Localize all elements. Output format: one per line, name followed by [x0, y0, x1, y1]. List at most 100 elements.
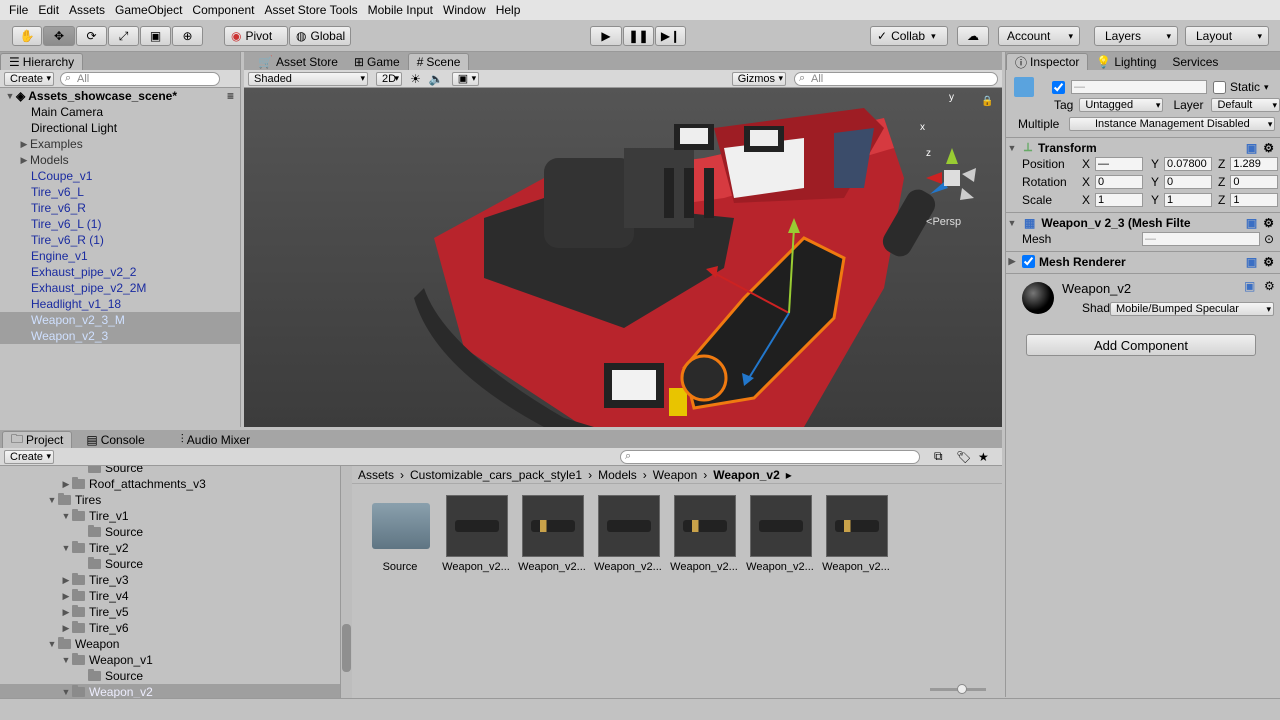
shader-dropdown[interactable]: Mobile/Bumped Specular: [1110, 302, 1274, 316]
list-item[interactable]: Exhaust_pipe_v2_2M: [0, 280, 240, 296]
tab-project[interactable]: 🗀 Project: [2, 431, 73, 448]
expand-triangle-icon[interactable]: ▶: [60, 607, 72, 618]
chevron-down-icon[interactable]: ▾: [1264, 82, 1269, 93]
menu-component[interactable]: Component: [187, 3, 259, 17]
scene-header[interactable]: ▼ ◈ Assets_showcase_scene* ≡: [0, 88, 240, 104]
filter-label-icon[interactable]: 🏷: [956, 450, 971, 464]
list-item[interactable]: ▶ Models: [0, 152, 240, 168]
tree-item[interactable]: ▶ Tire_v3: [0, 572, 340, 588]
play-button[interactable]: ▶: [590, 26, 622, 46]
hierarchy-search-input[interactable]: All: [60, 71, 221, 86]
tag-dropdown[interactable]: Untagged: [1079, 98, 1164, 112]
menu-asset-store-tools[interactable]: Asset Store Tools: [259, 3, 362, 17]
filter-type-icon[interactable]: ⧉: [934, 449, 943, 464]
layer-dropdown[interactable]: Default: [1211, 98, 1280, 112]
asset-thumbnail[interactable]: [826, 495, 888, 557]
breadcrumb-item[interactable]: Models: [598, 468, 637, 482]
help-book-icon[interactable]: ▣: [1244, 279, 1255, 293]
tree-scrollbar-thumb[interactable]: [342, 624, 351, 672]
audio-toggle-icon[interactable]: 🔈: [429, 72, 444, 86]
move-tool-button[interactable]: ✥: [43, 26, 75, 46]
project-search-input[interactable]: [620, 449, 920, 464]
gear-icon[interactable]: ⚙: [1263, 141, 1274, 155]
rotation-y-field[interactable]: 0: [1164, 175, 1213, 189]
expand-triangle-icon[interactable]: ▼: [46, 639, 58, 649]
asset-thumbnail[interactable]: [750, 495, 812, 557]
rotate-tool-button[interactable]: ⟳: [76, 26, 107, 46]
expand-triangle-icon[interactable]: ▶: [18, 139, 30, 150]
help-book-icon[interactable]: ▣: [1246, 255, 1257, 269]
collab-dropdown[interactable]: ✓ Collab ▾: [870, 26, 948, 46]
expand-triangle-icon[interactable]: ▶: [60, 479, 72, 490]
rotation-z-field[interactable]: 0: [1230, 175, 1279, 189]
transform-header[interactable]: ▼ ⟂ Transform ▣ ⚙: [1006, 137, 1280, 157]
transform-tool-button[interactable]: ⊕: [172, 26, 203, 46]
account-dropdown[interactable]: Account ▾: [998, 26, 1080, 46]
asset-thumbnail[interactable]: [674, 495, 736, 557]
scale-tool-button[interactable]: ⤢: [108, 26, 139, 46]
list-item[interactable]: Tire_v6_L: [0, 184, 240, 200]
scale-x-field[interactable]: 1: [1095, 193, 1144, 207]
mesh-renderer-header[interactable]: ▶ Mesh Renderer ▣ ⚙: [1006, 251, 1280, 271]
pivot-toggle[interactable]: ◉ Pivot: [224, 26, 288, 46]
global-toggle[interactable]: ◍ Global: [289, 26, 351, 46]
help-book-icon[interactable]: ▣: [1246, 141, 1257, 155]
mesh-filter-header[interactable]: ▼ ▦ Weapon_v 2_3 (Mesh Filte ▣ ⚙: [1006, 212, 1280, 232]
static-checkbox[interactable]: [1213, 80, 1226, 94]
zoom-slider-thumb[interactable]: [957, 684, 967, 694]
expand-triangle-icon[interactable]: ▶: [1006, 256, 1018, 267]
expand-triangle-icon[interactable]: ▶: [18, 155, 30, 166]
gizmos-dropdown[interactable]: Gizmos: [731, 71, 786, 86]
list-item[interactable]: Headlight_v1_18: [0, 296, 240, 312]
active-checkbox[interactable]: [1052, 80, 1065, 94]
menu-help[interactable]: Help: [491, 3, 526, 17]
mesh-field[interactable]: —: [1142, 232, 1260, 246]
cloud-button[interactable]: ☁: [957, 26, 989, 46]
scale-y-field[interactable]: 1: [1164, 193, 1213, 207]
list-item[interactable]: LCoupe_v1: [0, 168, 240, 184]
list-item[interactable]: Exhaust_pipe_v2_2: [0, 264, 240, 280]
expand-triangle-icon[interactable]: ▼: [60, 655, 72, 665]
menu-edit[interactable]: Edit: [33, 3, 64, 17]
rotation-x-field[interactable]: 0: [1095, 175, 1144, 189]
menu-gameobject[interactable]: GameObject: [110, 3, 187, 17]
shading-mode-dropdown[interactable]: Shaded: [248, 71, 368, 86]
lighting-toggle-icon[interactable]: ☀: [410, 72, 421, 86]
tab-hierarchy[interactable]: ☰ Hierarchy: [0, 53, 84, 70]
gear-icon[interactable]: ⚙: [1263, 216, 1274, 230]
expand-triangle-icon[interactable]: ▼: [60, 511, 72, 521]
breadcrumb-item[interactable]: Customizable_cars_pack_style1: [410, 468, 582, 482]
favorite-icon[interactable]: ★: [978, 450, 989, 464]
mode-2d-toggle[interactable]: 2D: [376, 71, 403, 86]
tab-asset-store[interactable]: 🛒 Asset Store: [250, 53, 346, 70]
tree-item[interactable]: Source: [0, 524, 340, 540]
tree-item[interactable]: ▼ Tires: [0, 492, 340, 508]
breadcrumb-item-current[interactable]: Weapon_v2: [713, 468, 779, 482]
expand-triangle-icon[interactable]: ▶: [60, 575, 72, 586]
list-item-selected[interactable]: Weapon_v2_3: [0, 328, 240, 344]
project-create-dropdown[interactable]: Create: [4, 449, 55, 464]
lock-icon[interactable]: 🔒: [981, 96, 993, 107]
tab-audio-mixer[interactable]: ⫶ Audio Mixer: [173, 431, 258, 448]
expand-triangle-icon[interactable]: ▼: [46, 495, 58, 505]
object-picker-icon[interactable]: ⊙: [1264, 232, 1274, 246]
object-name-field[interactable]: —: [1071, 80, 1207, 94]
list-item[interactable]: ▶ Examples: [0, 136, 240, 152]
layers-dropdown[interactable]: Layers ▾: [1094, 26, 1178, 46]
breadcrumb-item[interactable]: Weapon: [653, 468, 697, 482]
expand-triangle-icon[interactable]: ▼: [1006, 143, 1018, 153]
tab-scene[interactable]: # Scene: [407, 53, 470, 70]
expand-triangle-icon[interactable]: ▶: [60, 623, 72, 634]
position-z-field[interactable]: 1.289: [1230, 157, 1279, 171]
tree-item[interactable]: ▶ Tire_v6: [0, 620, 340, 636]
expand-triangle-icon[interactable]: ▼: [1006, 218, 1018, 228]
breadcrumb-item[interactable]: Assets: [358, 468, 394, 482]
context-menu-icon[interactable]: ≡: [227, 89, 234, 103]
tree-item[interactable]: ▶ Tire_v4: [0, 588, 340, 604]
step-button[interactable]: ▶❙: [655, 26, 686, 46]
position-y-field[interactable]: 0.07800: [1164, 157, 1213, 171]
add-component-button[interactable]: Add Component: [1026, 334, 1256, 356]
menu-mobile-input[interactable]: Mobile Input: [363, 3, 438, 17]
tab-inspector[interactable]: ⓘ Inspector: [1006, 53, 1089, 70]
rect-tool-button[interactable]: ▣: [140, 26, 171, 46]
